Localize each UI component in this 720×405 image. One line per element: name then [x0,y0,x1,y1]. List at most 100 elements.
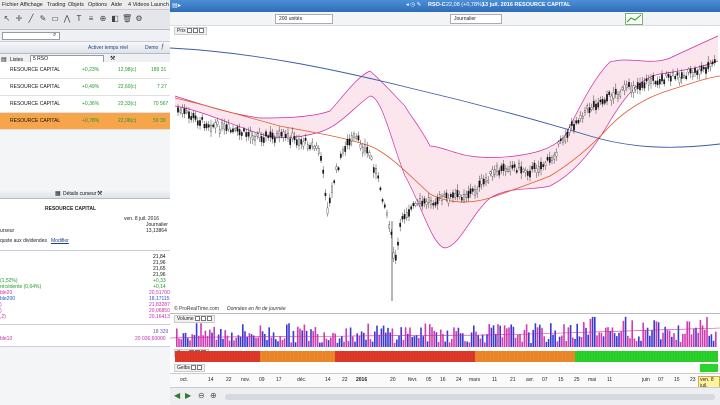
units-select[interactable]: 200 unités [275,14,333,24]
delete-icon[interactable]: 🗑 [122,14,132,24]
period-select[interactable]: Journalier [450,14,502,24]
candle-body [227,124,230,130]
candle-body [623,84,626,91]
row-var: +0,49% [82,84,100,90]
volume-bar [536,327,539,347]
x-tick: 16 [440,377,446,383]
text-tool-icon[interactable]: T [74,14,84,24]
menu-options[interactable]: Options [88,2,107,8]
scroll-forward-icon[interactable]: ▶ [185,391,191,400]
candle-body [698,69,701,75]
x-tick: 22 [226,377,232,383]
candle-body [260,136,263,143]
volume-bar [569,325,572,347]
demo-label[interactable]: Demo [145,45,158,51]
zone-indicator[interactable] [170,348,720,362]
price-chart[interactable]: © ProRealTime.com Données en fin de jour… [170,26,720,316]
shape-tool-icon[interactable]: ▭ [50,14,60,24]
realtime-link[interactable]: Activer temps réel [88,45,128,51]
zoom-icon[interactable]: ⊕ [98,14,108,24]
zoom-out-icon[interactable]: ⊖ [198,391,205,400]
gelbs-indicator[interactable] [170,363,720,373]
candle-body [383,204,386,208]
menu-aide[interactable]: Aide [111,2,122,8]
candle-body [256,133,259,137]
candle-body [509,166,512,172]
watchlist-row[interactable]: RESOURCE CAPITAL +0,23% 12,98(c) 189 31 [0,62,170,79]
chart-nav-icon[interactable]: ▸ [178,2,181,9]
crosshair-icon[interactable]: ✛ [14,14,24,24]
volume-bar [343,341,345,347]
menu-fichier[interactable]: Fichier [2,2,19,8]
volume-bar [220,328,222,347]
candle-body [414,203,417,206]
watchlist-row[interactable]: RESOURCE CAPITAL +0,49% 22,60(c) 7 27 [0,79,170,96]
scroll-track[interactable] [225,394,715,400]
volume-bar [290,342,292,347]
x-tick: 09 [259,377,265,383]
candle-body [359,144,362,149]
candle-body [474,189,476,196]
menu-objets[interactable]: Objets [68,2,84,8]
fibonacci-icon[interactable]: ≡ [86,14,96,24]
volume-bar [217,334,220,347]
search-icon[interactable]: ⌕ [53,32,56,39]
candle-body [405,211,408,219]
candle-body [192,113,195,119]
volume-bar [453,327,455,347]
menu-trading[interactable]: Trading [47,2,65,8]
candle-body [430,200,432,205]
candle-body [544,162,547,167]
candle-body [463,194,465,201]
volume-bar [437,341,440,347]
volume-chart[interactable] [170,314,720,348]
settings-icon[interactable]: ⚙ [134,14,144,24]
menu-videos[interactable]: 4 Videos Launch [128,2,169,8]
candle-body [630,85,633,93]
scroll-back-icon[interactable]: ◀ [174,391,180,400]
menu-affichage[interactable]: Affichage [20,2,43,8]
cursor-icon[interactable]: ↖ [2,14,12,24]
volume-bar [204,330,207,347]
candle-body [348,138,351,146]
candle-body [196,120,199,126]
volume-bar [565,341,567,347]
line-tool-icon[interactable]: ╱ [26,14,36,24]
volume-bar [539,324,541,347]
volume-bar [327,340,330,347]
titlebar-tools[interactable]: ◂ ◷ ✎ [406,2,421,8]
zoom-in-icon[interactable]: ⊕ [210,391,217,400]
row-name: RESOURCE CAPITAL [10,101,61,107]
candle-body [443,193,446,197]
candle-body [557,141,560,145]
details-settings-icon[interactable]: ⚒ [97,190,102,197]
draw-tool-icon[interactable]: ✎ [38,14,48,24]
candle-body [540,161,542,170]
volume-bar [583,322,585,347]
x-axis[interactable]: oct. 14 22 nov. 09 17 déc. 14 22 2016 20… [170,373,720,390]
details-header: ▦ Détails curseur ⚒ [0,188,170,199]
watchlist-row[interactable]: RESOURCE CAPITAL +0,36% 22,33(c) 70 567 [0,96,170,113]
dividend-modify-link[interactable]: Modifier [51,238,69,244]
candle-body [599,99,602,103]
watchlist-row-selected[interactable]: RESOURCE CAPITAL +0,78% 22,08(c) 59 30 [0,113,170,130]
list-settings-icon[interactable]: ⚒ [110,55,115,62]
candle-body [608,91,611,96]
candle-body [654,81,657,85]
volume-bar [585,327,587,347]
candle-body [465,193,468,198]
window-menu-icon[interactable]: ▤ [172,2,178,9]
wrench-icon[interactable]: ƒ [161,44,164,50]
candle-body [333,180,336,183]
chart-type-icon[interactable] [625,13,643,25]
volume-bar [374,331,376,347]
pattern-tool-icon[interactable]: ⋀ [62,14,72,24]
magnet-icon[interactable]: ◧ [110,14,120,24]
volume-bar [609,330,611,347]
volume-bar [466,341,468,347]
volume-bar [341,336,343,347]
volume-bar [611,327,614,347]
horizontal-scrollbar[interactable]: ◀ ▶ ⊖ ⊕ [170,387,720,405]
candle-body [456,189,459,198]
search-input[interactable] [2,32,60,40]
